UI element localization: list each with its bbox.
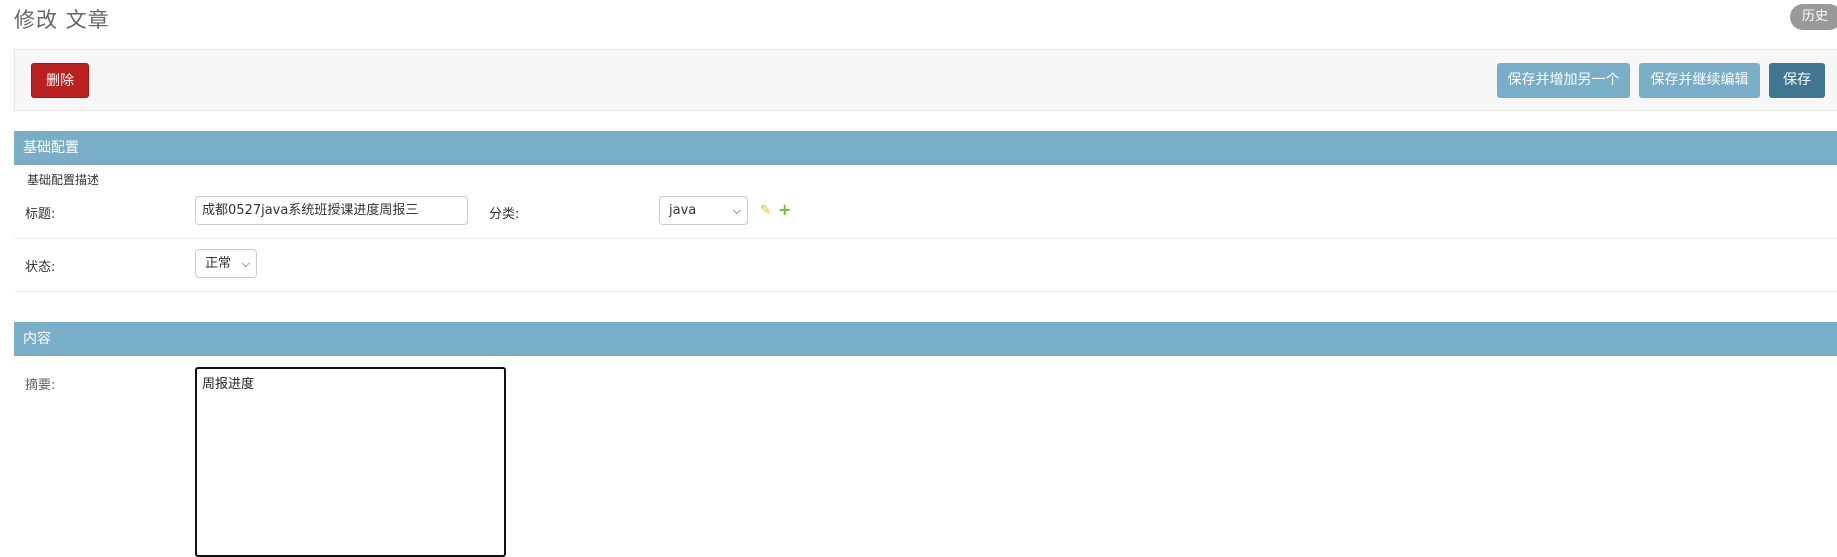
pencil-icon[interactable]: ✎ (760, 203, 771, 218)
chevron-down-icon: ⌵ (241, 257, 250, 270)
title-label: 标题: (25, 207, 56, 222)
delete-button[interactable]: 删除 (31, 63, 89, 98)
summary-textarea[interactable]: 周报进度 (195, 367, 506, 557)
section-header-basic: 基础配置 (14, 131, 1837, 165)
save-and-add-another-button[interactable]: 保存并增加另一个 (1497, 63, 1630, 98)
title-input[interactable]: 成都0527java系统班授课进度周报三 (195, 196, 468, 225)
status-label: 状态: (25, 260, 56, 275)
category-label: 分类: (489, 207, 520, 222)
row-divider (14, 238, 1837, 239)
submit-row: 删除 保存并增加另一个 保存并继续编辑 保存 (14, 49, 1837, 111)
section-header-content: 内容 (14, 322, 1837, 356)
chevron-down-icon: ⌵ (732, 204, 741, 217)
plus-icon[interactable]: + (778, 200, 791, 219)
status-value: 正常 (205, 256, 232, 271)
section-description: 基础配置描述 (27, 173, 100, 187)
save-and-continue-button[interactable]: 保存并继续编辑 (1639, 63, 1760, 98)
category-value: java (669, 203, 697, 218)
row-divider (14, 291, 1837, 292)
category-select[interactable]: java ⌵ (659, 196, 748, 225)
summary-label: 摘要: (25, 378, 56, 393)
status-select[interactable]: 正常 ⌵ (195, 249, 257, 278)
save-button[interactable]: 保存 (1769, 63, 1825, 98)
page-title: 修改 文章 (14, 8, 110, 32)
history-button[interactable]: 历史 (1790, 4, 1837, 30)
